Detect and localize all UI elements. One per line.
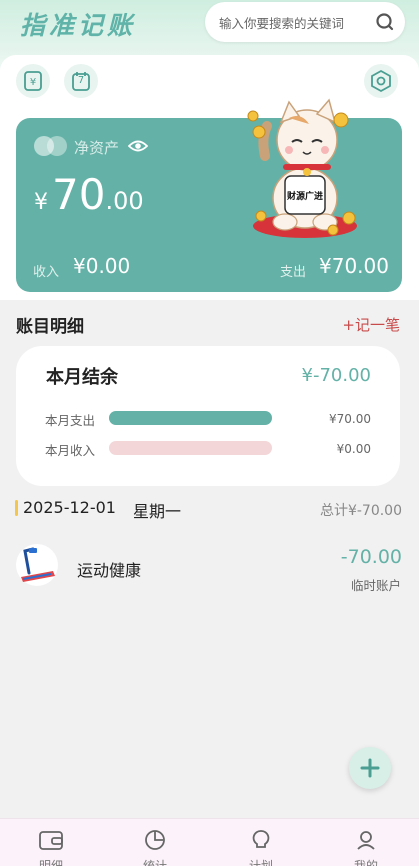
tab-statistics[interactable]: 统计	[125, 829, 185, 866]
bottom-tab-bar: 明细 统计 计划 我的	[0, 818, 419, 866]
ledger-button[interactable]: ¥	[16, 64, 50, 98]
calendar-day: 7	[77, 75, 85, 86]
lightbulb-icon	[252, 830, 270, 848]
tab-profile[interactable]: 我的	[336, 829, 396, 866]
settings-icon	[371, 69, 391, 93]
monthly-summary-card: 本月结余 ¥-70.00 本月支出 ¥70.00 本月收入 ¥0.00	[16, 346, 400, 486]
tab-label: 计划	[248, 859, 273, 866]
calendar-button[interactable]: 7	[64, 64, 98, 98]
income-value: ¥0.00	[73, 254, 131, 278]
wallet-icon	[39, 831, 63, 850]
monthly-income-value: ¥0.00	[336, 442, 371, 456]
tab-label: 统计	[142, 859, 167, 866]
monthly-expense-label: 本月支出	[45, 413, 96, 428]
income-label: 收入	[33, 265, 60, 280]
monthly-income-bar	[109, 441, 272, 455]
pie-chart-icon	[145, 830, 165, 850]
search-placeholder: 输入你要搜索的关键词	[219, 15, 345, 31]
monthly-balance-title: 本月结余	[46, 367, 118, 388]
day-total: 总计¥-70.00	[319, 503, 402, 519]
add-record-link[interactable]: +记一笔	[342, 314, 400, 335]
tab-label: 明细	[38, 859, 63, 866]
monthly-income-label: 本月收入	[45, 443, 96, 458]
ledger-icon: ¥	[24, 71, 42, 91]
monthly-balance-value: ¥-70.00	[301, 365, 371, 386]
search-icon[interactable]	[375, 12, 395, 32]
mascot-sign: 财源广进	[286, 190, 323, 202]
plus-icon	[360, 758, 380, 778]
expense-label: 支出	[280, 265, 307, 280]
user-icon	[357, 831, 375, 850]
lucky-cat-illustration: 财源广进	[247, 98, 357, 238]
net-assets-value: ¥ 70 .00	[34, 170, 144, 219]
day-date: 2025-12-01	[23, 498, 116, 517]
entry-account: 临时账户	[350, 578, 401, 593]
monthly-expense-value: ¥70.00	[329, 412, 371, 426]
day-weekday: 星期一	[133, 502, 182, 521]
search-bar[interactable]: 输入你要搜索的关键词	[205, 2, 405, 42]
tab-plan[interactable]: 计划	[231, 829, 291, 866]
expense-value: ¥70.00	[319, 254, 389, 278]
details-title: 账目明细	[16, 317, 84, 337]
entry-amount: -70.00	[340, 546, 402, 568]
visibility-toggle[interactable]	[34, 136, 68, 156]
net-assets-label: 净资产	[74, 139, 120, 157]
date-marker	[15, 500, 18, 516]
add-entry-button[interactable]	[349, 747, 391, 789]
tab-label: 我的	[353, 859, 378, 866]
treadmill-icon	[16, 544, 58, 586]
eye-icon[interactable]	[128, 138, 148, 154]
svg-text:¥: ¥	[30, 77, 36, 88]
settings-button[interactable]	[364, 64, 398, 98]
app-title: 指准记账	[20, 11, 137, 40]
entry-category: 运动健康	[77, 561, 142, 580]
tab-details[interactable]: 明细	[21, 829, 81, 866]
monthly-expense-bar	[109, 411, 272, 425]
